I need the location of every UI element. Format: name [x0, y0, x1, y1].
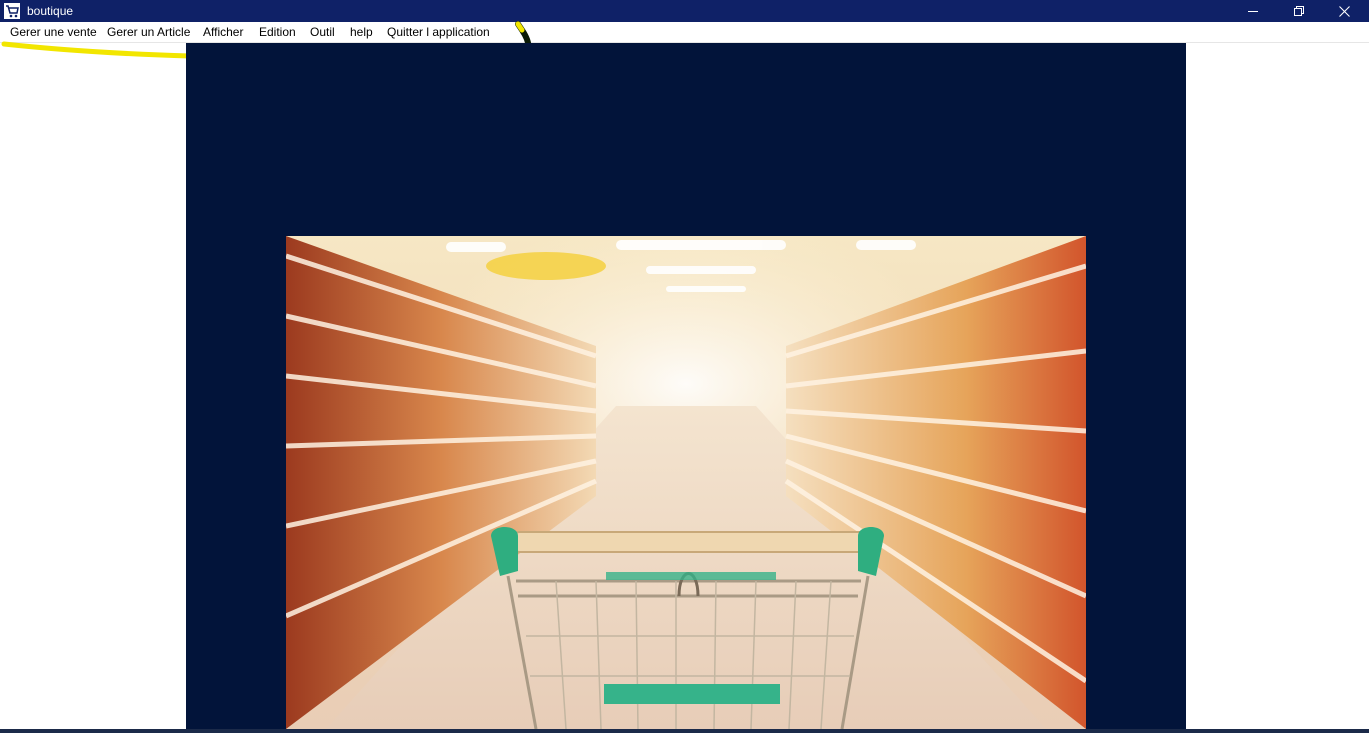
menu-gerer-un-article[interactable]: Gerer un Article: [107, 25, 190, 40]
minimize-icon: [1248, 6, 1258, 16]
main-panel: [186, 43, 1186, 729]
menu-afficher[interactable]: Afficher: [203, 25, 243, 40]
shopping-cart-icon: [4, 3, 20, 19]
menu-outil[interactable]: Outil: [310, 25, 335, 40]
supermarket-image: [286, 236, 1086, 729]
menu-edition[interactable]: Edition: [259, 25, 296, 40]
menu-bar: Gerer une vente Gerer un Article Affiche…: [0, 22, 1369, 43]
close-icon: [1338, 5, 1350, 17]
taskbar-strip: [0, 729, 1369, 733]
menu-help[interactable]: help: [350, 25, 373, 40]
close-button[interactable]: [1321, 0, 1367, 22]
menu-gerer-une-vente[interactable]: Gerer une vente: [10, 25, 97, 40]
minimize-button[interactable]: [1230, 0, 1276, 22]
title-bar: boutique: [0, 0, 1369, 22]
restore-icon: [1294, 6, 1304, 16]
restore-button[interactable]: [1276, 0, 1322, 22]
menu-quitter[interactable]: Quitter l application: [387, 25, 490, 40]
window-title: boutique: [27, 4, 74, 18]
